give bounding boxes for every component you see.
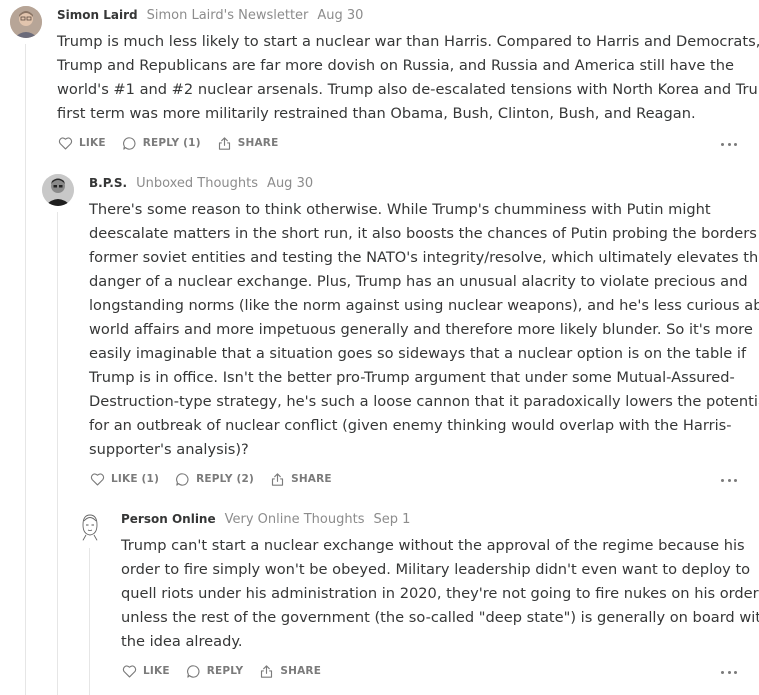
ellipsis-dot xyxy=(734,478,737,482)
share-icon xyxy=(218,136,230,150)
reply-button[interactable]: REPLY xyxy=(186,664,244,679)
reply-label: REPLY (1) xyxy=(142,137,201,149)
ellipsis-icon xyxy=(721,670,724,674)
ellipsis-icon xyxy=(721,142,724,146)
share-button[interactable]: SHARE xyxy=(270,472,332,487)
comment-line: Trump and Republicans are far more dovis… xyxy=(57,57,734,74)
author-name[interactable]: Person Online xyxy=(121,512,216,526)
comment-line: for an outbreak of nuclear conflict (giv… xyxy=(89,417,732,434)
avatar[interactable] xyxy=(74,510,106,542)
share-label: SHARE xyxy=(291,473,332,485)
comment-line: longstanding norms (like the norm agains… xyxy=(89,297,759,314)
ellipsis-icon xyxy=(721,478,724,482)
reply-button[interactable]: REPLY (1) xyxy=(122,136,201,151)
comment-actions: LIKE REPLY (1) SHARE xyxy=(58,134,294,152)
ellipsis-dot xyxy=(727,478,731,482)
like-button[interactable]: LIKE (1) xyxy=(90,472,159,486)
ellipsis-dot xyxy=(734,142,737,146)
comment-header: Simon Laird Simon Laird's Newsletter Aug 3… xyxy=(57,6,363,25)
share-icon xyxy=(272,472,284,486)
reply-label: REPLY xyxy=(206,665,244,677)
comment-body: Trump can't start a nuclear exchange wit… xyxy=(121,534,759,654)
comment-line: There's some reason to think otherwise. … xyxy=(89,201,711,218)
comment-body: There's some reason to think otherwise. … xyxy=(89,198,759,462)
share-button[interactable]: SHARE xyxy=(259,664,321,679)
comment-line: quell riots under his administration in … xyxy=(121,585,759,602)
comment-line: danger of a nuclear exchange. Plus, Trum… xyxy=(89,273,748,290)
like-label: LIKE xyxy=(143,665,170,677)
comment-line: Trump can't start a nuclear exchange wit… xyxy=(121,537,745,554)
thread-line-1 xyxy=(25,44,26,695)
comment-actions: LIKE REPLY SHARE xyxy=(122,662,337,680)
reply-label: REPLY (2) xyxy=(196,473,255,485)
comment-header: B.P.S. Unboxed Thoughts Aug 30 xyxy=(89,174,313,193)
share-label: SHARE xyxy=(237,137,279,149)
avatar[interactable] xyxy=(42,174,74,206)
more-options-button[interactable] xyxy=(721,668,737,676)
comment-date[interactable]: Aug 30 xyxy=(317,8,363,23)
publication-name[interactable]: Simon Laird's Newsletter xyxy=(147,8,309,23)
comment-actions: LIKE (1) REPLY (2) SHARE xyxy=(90,470,348,488)
comment-date[interactable]: Sep 1 xyxy=(373,512,410,527)
comment-header: Person Online Very Online Thoughts Sep 1 xyxy=(121,510,410,529)
more-options-button[interactable] xyxy=(721,140,737,148)
comment-line: Trump is much less likely to start a nuc… xyxy=(57,33,759,50)
reply-button[interactable]: REPLY (2) xyxy=(175,472,254,487)
like-button[interactable]: LIKE xyxy=(58,136,106,150)
avatar[interactable] xyxy=(10,6,42,38)
heart-icon xyxy=(122,665,137,678)
comment-line: Trump is in office. Isn't the better pro… xyxy=(89,369,735,386)
comment-line: unless the rest of the government (the s… xyxy=(121,609,759,626)
speech-bubble-icon xyxy=(176,472,189,486)
ellipsis-dot xyxy=(734,670,737,674)
ellipsis-dot xyxy=(727,670,731,674)
publication-name[interactable]: Very Online Thoughts xyxy=(225,512,365,527)
like-label: LIKE (1) xyxy=(111,473,160,485)
heart-icon xyxy=(58,137,73,150)
comment-line: order to fire simply won't be obeyed. Mi… xyxy=(121,561,751,578)
more-options-button[interactable] xyxy=(721,476,737,484)
comment-line: easily imaginable that a situation goes … xyxy=(89,345,747,362)
share-label: SHARE xyxy=(280,665,322,677)
comment-line: first term was more militarily restraine… xyxy=(57,105,696,122)
comment-line: world affairs and more impetuous general… xyxy=(89,321,753,338)
comment-body: Trump is much less likely to start a nuc… xyxy=(57,30,759,126)
publication-name[interactable]: Unboxed Thoughts xyxy=(136,176,258,191)
comment-line: world's #1 and #2 nuclear arsenals. Trum… xyxy=(57,81,759,98)
speech-bubble-icon xyxy=(186,664,200,678)
like-button[interactable]: LIKE xyxy=(122,664,170,678)
thread-line-3 xyxy=(89,548,90,695)
comment-line: former soviet entities and testing the N… xyxy=(89,249,759,266)
heart-icon xyxy=(90,473,105,486)
thread-line-2 xyxy=(57,212,58,695)
share-icon xyxy=(261,664,273,678)
ellipsis-dot xyxy=(727,142,731,146)
author-name[interactable]: B.P.S. xyxy=(89,176,127,190)
comment-line: deescalate matters in the short run, it … xyxy=(89,225,759,242)
comment-line: supporter's analysis)? xyxy=(89,441,249,458)
speech-bubble-icon xyxy=(122,136,136,150)
share-button[interactable]: SHARE xyxy=(217,136,279,151)
comment-date[interactable]: Aug 30 xyxy=(267,176,313,191)
like-label: LIKE xyxy=(79,137,106,149)
comment-line: Destruction-type strategy, he's such a l… xyxy=(89,393,759,410)
comment-line: the idea already. xyxy=(121,633,243,650)
author-name[interactable]: Simon Laird xyxy=(57,8,138,22)
